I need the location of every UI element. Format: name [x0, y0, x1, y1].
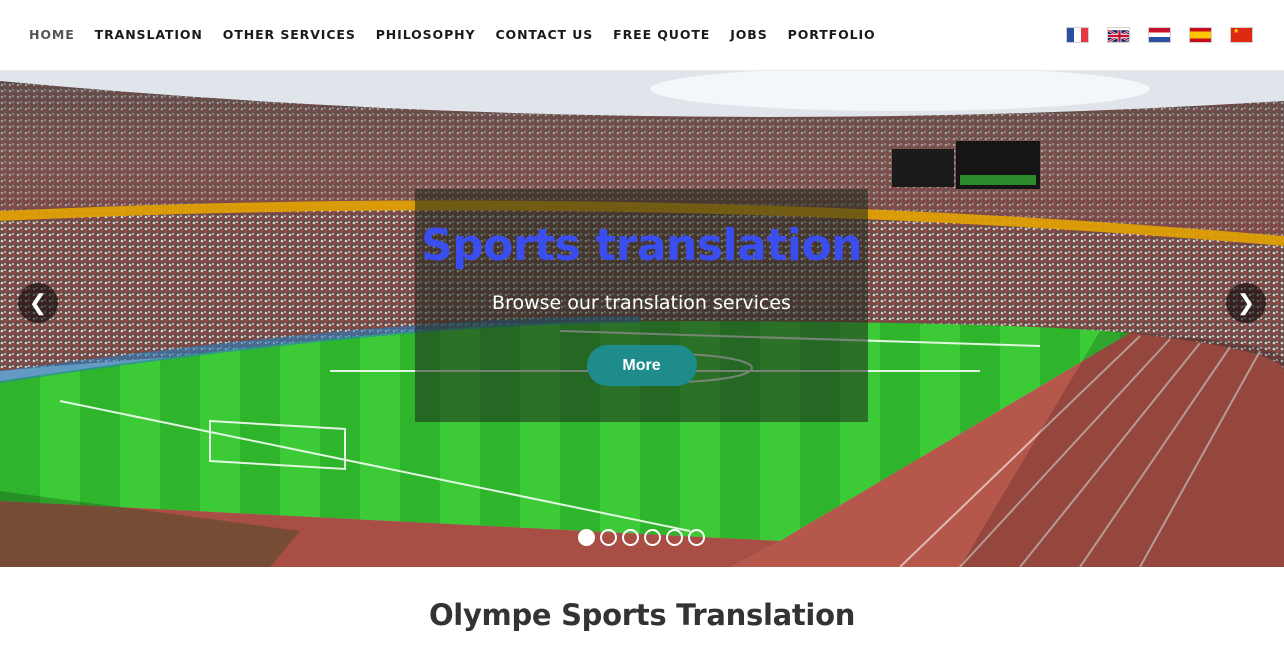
- slider-pagination: [578, 529, 710, 546]
- flag-spain-icon[interactable]: [1189, 27, 1212, 43]
- chevron-right-icon: ❯: [1236, 290, 1256, 315]
- nav-translation[interactable]: TRANSLATION: [95, 27, 203, 43]
- slide-dot-3[interactable]: [622, 529, 639, 546]
- slide-dot-6[interactable]: [688, 529, 705, 546]
- hero-subtitle: Browse our translation services: [492, 292, 791, 314]
- chevron-left-icon: ❮: [28, 290, 48, 315]
- site-header: HOME TRANSLATION OTHER SERVICES PHILOSOP…: [0, 0, 1284, 71]
- nav-jobs[interactable]: JOBS: [730, 27, 767, 43]
- flag-uk-icon[interactable]: [1107, 27, 1130, 43]
- section-title: Olympe Sports Translation: [428, 598, 856, 632]
- slider-next-button[interactable]: ❯: [1226, 283, 1266, 323]
- more-button[interactable]: More: [586, 345, 697, 386]
- slide-dot-4[interactable]: [644, 529, 661, 546]
- nav-other-services[interactable]: OTHER SERVICES: [223, 27, 356, 43]
- nav-home[interactable]: HOME: [29, 27, 75, 43]
- language-switcher: ★: [1048, 27, 1253, 43]
- slide-dot-2[interactable]: [600, 529, 617, 546]
- slide-dot-1[interactable]: [578, 529, 595, 546]
- slider-prev-button[interactable]: ❮: [18, 283, 58, 323]
- flag-china-icon[interactable]: ★: [1230, 27, 1253, 43]
- nav-portfolio[interactable]: PORTFOLIO: [788, 27, 876, 43]
- hero-caption: Sports translation Browse our translatio…: [415, 189, 868, 422]
- main-nav: HOME TRANSLATION OTHER SERVICES PHILOSOP…: [29, 27, 896, 43]
- slide-dot-5[interactable]: [666, 529, 683, 546]
- flag-france-icon[interactable]: [1066, 27, 1089, 43]
- flag-netherlands-icon[interactable]: [1148, 27, 1171, 43]
- hero-title: Sports translation: [420, 220, 863, 271]
- nav-free-quote[interactable]: FREE QUOTE: [613, 27, 710, 43]
- nav-philosophy[interactable]: PHILOSOPHY: [376, 27, 476, 43]
- nav-contact-us[interactable]: CONTACT US: [495, 27, 593, 43]
- hero-slider: Sports translation Browse our translatio…: [0, 71, 1284, 567]
